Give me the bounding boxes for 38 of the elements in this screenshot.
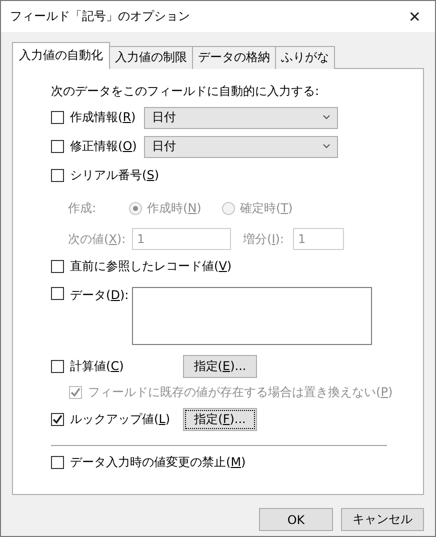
option-label: フィールドに既存の値が存在する場合は置き換えない(P) xyxy=(88,384,393,400)
dropdown[interactable]: 日付 xyxy=(144,106,338,128)
data-text-area[interactable] xyxy=(132,287,372,345)
checkbox[interactable] xyxy=(51,456,64,469)
checkbox[interactable] xyxy=(51,260,64,273)
option-label: 計算値(C) xyxy=(70,358,125,374)
option-label: データ(D): xyxy=(70,287,130,304)
tab[interactable]: 入力値の自動化 xyxy=(12,42,110,69)
tab[interactable]: 入力値の制限 xyxy=(109,46,193,69)
chevron-down-icon xyxy=(323,115,330,120)
option-label: シリアル番号(S) xyxy=(70,167,159,184)
option-label: 直前に参照したレコード値(V) xyxy=(70,258,232,275)
tab[interactable]: データの格納 xyxy=(192,46,276,69)
tab[interactable]: ふりがな xyxy=(275,46,335,69)
dialog-button[interactable]: OK xyxy=(259,508,333,531)
chevron-down-icon xyxy=(323,144,330,149)
option-label: 増分(I): xyxy=(243,230,285,248)
close-button[interactable]: ✕ xyxy=(408,8,421,26)
checkbox[interactable] xyxy=(51,360,64,372)
option-label: データ入力時の値変更の禁止(M) xyxy=(70,454,246,471)
window-title: フィールド「記号」のオプション xyxy=(10,8,190,25)
option-label: 修正情報(O) xyxy=(70,138,138,155)
option-label: 次の値(X): xyxy=(68,230,127,248)
specify-button[interactable]: 指定(F)... xyxy=(183,408,257,430)
dialog-button[interactable]: キャンセル xyxy=(341,508,424,531)
option-label: 作成情報(R) xyxy=(70,109,137,126)
option-label: ルックアップ値(L) xyxy=(70,410,172,428)
option-label: 作成時(N) xyxy=(147,200,202,216)
option-label: 作成: xyxy=(68,200,98,216)
specify-button[interactable]: 指定(E)... xyxy=(183,354,257,378)
checkbox[interactable] xyxy=(51,111,64,124)
checkbox[interactable] xyxy=(51,412,64,426)
dropdown[interactable]: 日付 xyxy=(144,136,338,158)
checkbox[interactable] xyxy=(51,287,64,300)
option-label: 確定時(T) xyxy=(240,200,293,216)
checkbox[interactable] xyxy=(51,169,64,182)
section-heading: 次のデータをこのフィールドに自動的に入力する: xyxy=(51,84,320,98)
checkbox[interactable] xyxy=(51,140,64,153)
